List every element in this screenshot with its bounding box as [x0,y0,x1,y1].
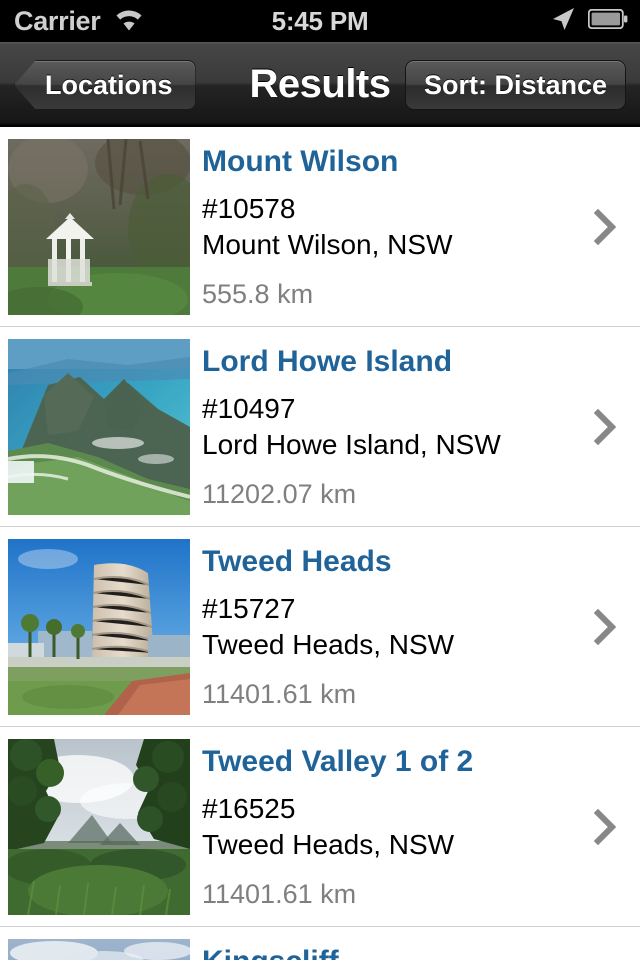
app-screen: Carrier 5:45 PM Locations Results Sort: … [0,0,640,960]
chevron-right-icon[interactable] [594,527,618,726]
row-distance: 555.8 km [202,278,314,309]
chevron-right-icon[interactable] [594,127,618,326]
battery-icon [587,8,628,34]
row-id: #10578 [202,193,296,224]
sort-button-label: Sort: Distance [423,69,607,100]
row-title: Tweed Valley 1 of 2 [202,745,474,778]
back-button-locations[interactable]: Locations [14,60,196,110]
row-text-block: Tweed Valley 1 of 2 #16525 Tweed Heads, … [190,739,640,912]
row-id: #15727 [202,593,296,624]
row-location: Tweed Heads, NSW [202,828,455,860]
location-arrow-icon [550,6,576,37]
row-title: Kingscliff [202,945,640,960]
row-location: Mount Wilson, NSW [202,228,453,260]
row-distance: 11202.07 km [202,478,357,509]
row-text-block: Tweed Heads #15727 Tweed Heads, NSW 1140… [190,539,640,712]
navigation-bar: Locations Results Sort: Distance [0,42,640,127]
row-id: #16525 [202,793,296,824]
row-distance: 11401.61 km [202,878,357,909]
row-id: #10497 [202,393,296,424]
highrise-tower-thumbnail [8,539,190,715]
back-button-label: Locations [45,69,173,100]
sky-clouds-thumbnail [8,939,190,960]
valley-trees-thumbnail [8,739,190,915]
results-list[interactable]: Mount Wilson #10578 Mount Wilson, NSW 55… [0,127,640,960]
row-text-block: Lord Howe Island #10497 Lord Howe Island… [190,339,640,512]
row-location: Lord Howe Island, NSW [202,428,501,460]
row-distance: 11401.61 km [202,678,357,709]
row-title: Tweed Heads [202,545,392,578]
table-row[interactable]: Lord Howe Island #10497 Lord Howe Island… [0,327,640,527]
table-row[interactable]: Kingscliff [0,927,640,960]
chevron-right-icon[interactable] [594,327,618,526]
wifi-icon [112,6,146,37]
row-title: Mount Wilson [202,145,399,178]
status-bar: Carrier 5:45 PM [0,0,640,42]
row-location: Tweed Heads, NSW [202,628,455,660]
row-text-block: Kingscliff [190,939,640,960]
status-bar-left: Carrier [14,6,146,37]
gazebo-garden-thumbnail [8,139,190,315]
table-row[interactable]: Tweed Heads #15727 Tweed Heads, NSW 1140… [0,527,640,727]
table-row[interactable]: Tweed Valley 1 of 2 #16525 Tweed Heads, … [0,727,640,927]
row-text-block: Mount Wilson #10578 Mount Wilson, NSW 55… [190,139,640,312]
status-bar-right [550,0,628,42]
island-coast-thumbnail [8,339,190,515]
chevron-right-icon[interactable] [594,727,618,926]
table-row[interactable]: Mount Wilson #10578 Mount Wilson, NSW 55… [0,127,640,327]
chevron-right-icon[interactable] [594,927,618,960]
sort-button[interactable]: Sort: Distance [404,60,626,110]
row-title: Lord Howe Island [202,345,453,378]
carrier-label: Carrier [14,5,101,36]
